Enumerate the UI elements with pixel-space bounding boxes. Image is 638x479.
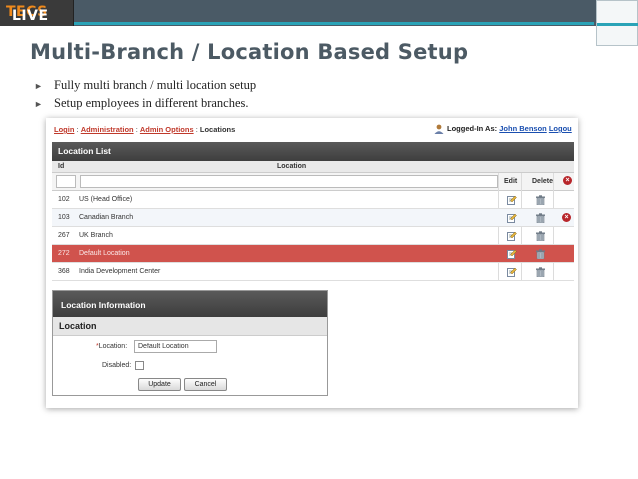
location-label: *Location:: [96, 343, 127, 350]
trash-icon[interactable]: [536, 249, 545, 259]
delete-x-icon[interactable]: ×: [563, 176, 572, 185]
breadcrumb-administration-link[interactable]: Administration: [81, 125, 134, 134]
user-name-link[interactable]: John Benson: [499, 124, 547, 133]
location-info-panel: Location Information Location *Location:…: [52, 290, 328, 396]
id-filter-input[interactable]: [56, 175, 76, 188]
column-header-id[interactable]: Id: [58, 163, 64, 170]
disabled-checkbox[interactable]: [135, 361, 144, 370]
update-button[interactable]: Update: [138, 378, 181, 391]
brand-logo: LIVE TECS: [0, 0, 74, 26]
row-location[interactable]: Canadian Branch: [79, 214, 133, 221]
column-header-edit: Edit: [504, 178, 518, 185]
trash-icon[interactable]: [536, 267, 545, 277]
breadcrumb-current: Locations: [199, 125, 236, 134]
table-row[interactable]: 267 UK Branch: [52, 227, 574, 245]
bullet-item: ► Fully multi branch / multi location set…: [34, 78, 256, 93]
breadcrumb-admin-options-link[interactable]: Admin Options: [140, 125, 194, 134]
row-location[interactable]: UK Branch: [79, 232, 113, 239]
location-info-form: *Location: Disabled: Update Cancel: [53, 336, 327, 395]
location-label-text: Location:: [98, 343, 128, 350]
table-row[interactable]: 103 Canadian Branch ×: [52, 209, 574, 227]
trash-icon[interactable]: [536, 231, 545, 241]
row-id: 272: [58, 250, 70, 257]
cancel-button[interactable]: Cancel: [184, 378, 227, 391]
column-header-delete: Delete: [532, 178, 554, 185]
location-filter-input[interactable]: [80, 175, 498, 188]
edit-icon[interactable]: [507, 249, 517, 259]
location-info-header: Location Information: [53, 291, 327, 317]
slide-title: Multi-Branch / Location Based Setup: [30, 40, 469, 64]
filter-row: Edit Delete ×: [52, 173, 574, 191]
disabled-label: Disabled:: [102, 362, 132, 369]
bullet-text: Fully multi branch / multi location setu…: [54, 78, 257, 92]
table-row[interactable]: 368 India Development Center: [52, 263, 574, 281]
column-header-location[interactable]: Location: [277, 163, 306, 170]
app-screenshot: Login : Administration : Admin Options :…: [46, 118, 578, 408]
breadcrumb-login-link[interactable]: Login: [54, 125, 74, 134]
person-icon: [434, 124, 444, 135]
bullet-arrow-icon: ►: [34, 81, 43, 91]
row-id: 102: [58, 196, 70, 203]
delete-x-icon[interactable]: ×: [562, 213, 571, 222]
breadcrumb: Login : Administration : Admin Options :…: [54, 125, 235, 134]
logged-in-status: Logged-In As: John Benson Logou: [434, 124, 572, 135]
bullet-text: Setup employees in different branches.: [54, 96, 249, 110]
row-location[interactable]: India Development Center: [79, 268, 160, 275]
location-list-header: Location List: [52, 142, 574, 161]
location-input[interactable]: [134, 340, 217, 353]
table-row-selected[interactable]: 272 Default Location: [52, 245, 574, 263]
column-header-row: Id Location: [52, 161, 574, 173]
bullet-item: ► Setup employees in different branches.: [34, 96, 249, 111]
logged-in-label: Logged-In As:: [447, 124, 498, 133]
row-location[interactable]: US (Head Office): [79, 196, 132, 203]
edit-icon[interactable]: [507, 213, 517, 223]
edit-icon[interactable]: [507, 195, 517, 205]
trash-icon[interactable]: [536, 213, 545, 223]
accent-stripe: [74, 22, 594, 25]
corner-box: [596, 0, 638, 46]
table-row[interactable]: 102 US (Head Office): [52, 191, 574, 209]
logout-link[interactable]: Logou: [549, 124, 572, 133]
edit-icon[interactable]: [507, 267, 517, 277]
edit-icon[interactable]: [507, 231, 517, 241]
brand-logo-prefix: LIVE: [12, 8, 49, 24]
bullet-arrow-icon: ►: [34, 99, 43, 109]
row-id: 368: [58, 268, 70, 275]
location-info-subheader: Location: [53, 317, 327, 336]
row-id: 267: [58, 232, 70, 239]
trash-icon[interactable]: [536, 195, 545, 205]
row-location[interactable]: Default Location: [79, 250, 130, 257]
row-id: 103: [58, 214, 70, 221]
